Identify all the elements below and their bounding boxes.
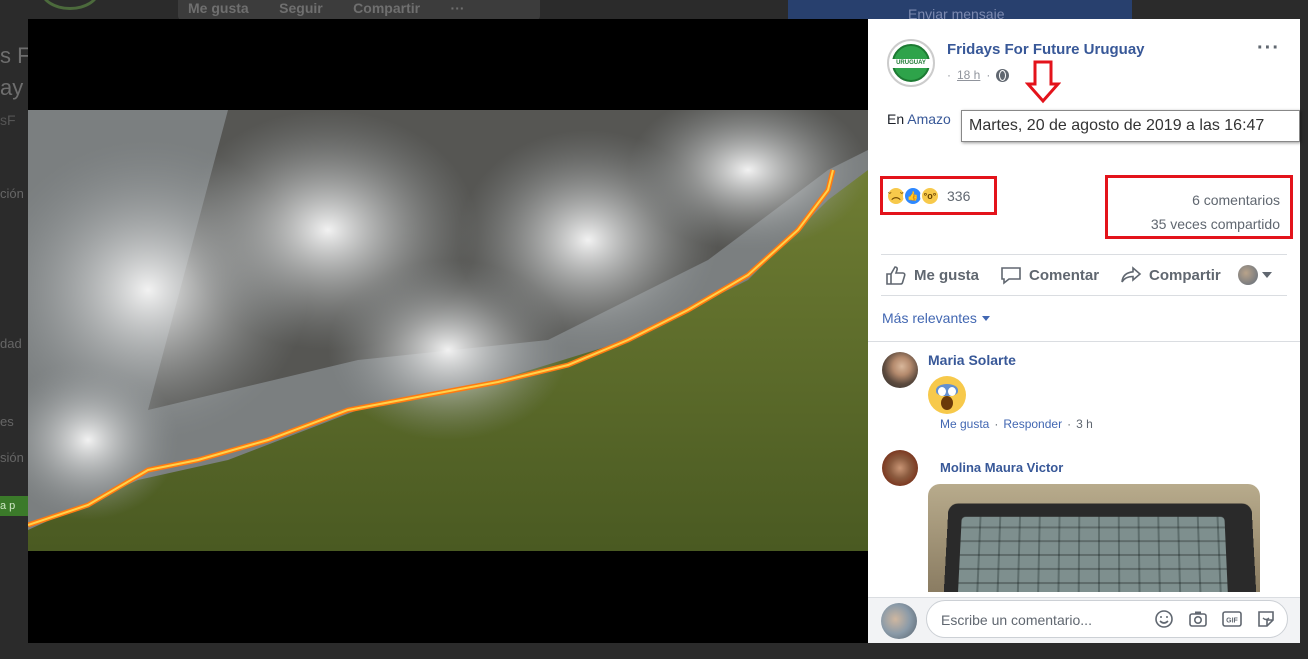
post-meta: · 18 h · — [947, 68, 1010, 82]
page-name-link[interactable]: Fridays For Future Uruguay — [947, 41, 1145, 58]
emoji-icon[interactable] — [1153, 608, 1175, 630]
forest-fire-image — [28, 110, 868, 551]
background-green-tag-text: a p — [0, 500, 16, 512]
composer-avatar — [881, 603, 917, 639]
background-more: ··· — [450, 0, 465, 16]
share-button[interactable]: Compartir — [1116, 265, 1221, 285]
background-message-button: Enviar mensaje — [788, 0, 1132, 22]
gif-icon-label: GIF — [1226, 618, 1238, 625]
like-face: 👍 — [907, 190, 919, 201]
camera-icon[interactable] — [1187, 608, 1209, 630]
background-side-label: dad — [0, 336, 22, 351]
comment-input-placeholder: Escribe un comentario... — [941, 612, 1092, 628]
background-follow: Seguir — [279, 0, 323, 16]
background-title-line: ay — [0, 75, 24, 100]
comment-time[interactable]: 3 h — [1076, 417, 1093, 431]
like-label: Me gusta — [914, 266, 980, 284]
timestamp-tooltip: Martes, 20 de agosto de 2019 a las 16:47 — [961, 110, 1300, 142]
separator: · — [994, 417, 999, 431]
gif-icon[interactable]: GIF — [1221, 608, 1243, 630]
comment-icon — [1001, 267, 1021, 285]
shares-count-link[interactable]: 35 veces compartido — [1108, 212, 1280, 236]
like-button[interactable]: Me gusta — [881, 265, 979, 285]
background-green-tag: a p — [0, 496, 28, 516]
share-label: Compartir — [1149, 266, 1221, 284]
gif-game-screen — [957, 516, 1228, 592]
background-title-line: sF — [0, 112, 16, 128]
background-side-label: es — [0, 414, 14, 429]
gif-tv-frame — [943, 503, 1257, 592]
separator: · — [1067, 417, 1072, 431]
post-text-link[interactable]: Amazo — [907, 111, 951, 127]
post-text: En Amazo — [887, 111, 951, 127]
sad-face: ˘︵˘ — [888, 190, 904, 201]
reactions-summary[interactable]: ˘︵˘ 👍 °o° 336 — [880, 176, 997, 215]
sort-label: Más relevantes — [882, 310, 977, 326]
reactions-count[interactable]: 336 — [947, 188, 970, 204]
comment-like-link[interactable]: Me gusta — [940, 417, 989, 431]
background-page-avatar — [40, 0, 100, 10]
background-action-bar: Me gusta Seguir Compartir ··· — [178, 0, 540, 20]
commenter-avatar[interactable] — [882, 450, 918, 486]
comment-sort-dropdown[interactable]: Más relevantes — [882, 310, 990, 326]
screaming-face-emoji — [928, 376, 966, 414]
page-avatar[interactable]: URUGUAY — [887, 39, 935, 87]
background-title-line: s F — [0, 43, 31, 68]
more-options-icon[interactable]: ··· — [1257, 37, 1280, 60]
background-page-title: s F ay sF — [0, 40, 31, 136]
photo-viewer[interactable] — [28, 19, 868, 643]
comment-actions: Me gusta · Responder · 3 h — [940, 417, 1093, 431]
commenter-avatar[interactable] — [882, 352, 918, 388]
background-side-label: ción — [0, 186, 24, 201]
emoji-eye — [948, 387, 956, 396]
comments-count-link[interactable]: 6 comentarios — [1108, 188, 1280, 212]
wow-face: °o° — [923, 190, 937, 201]
post-as-selector[interactable] — [1237, 265, 1272, 285]
post-timestamp[interactable]: 18 h — [957, 68, 980, 82]
chevron-down-icon — [1261, 272, 1272, 278]
commenter-name[interactable]: Maria Solarte — [928, 352, 1016, 368]
emoji-eye — [938, 387, 946, 396]
meta-separator: · — [947, 68, 951, 82]
post-text-prefix: En — [887, 111, 908, 127]
thumbs-up-icon — [886, 266, 906, 285]
public-globe-icon — [996, 68, 1010, 82]
background-share: Compartir — [353, 0, 421, 16]
post-action-bar: Me gusta Comentar Compartir — [881, 254, 1287, 296]
comment-label: Comentar — [1029, 266, 1100, 284]
comment-composer: Escribe un comentario... GIF — [868, 597, 1300, 643]
meta-separator: · — [986, 68, 991, 82]
comment-reply-link[interactable]: Responder — [1003, 417, 1062, 431]
comment-input[interactable]: Escribe un comentario... GIF — [926, 600, 1288, 638]
page-logo-text: URUGUAY — [892, 59, 930, 68]
divider — [868, 341, 1300, 342]
composer-icons: GIF — [1153, 608, 1277, 630]
sticker-icon[interactable] — [1255, 608, 1277, 630]
comment-gif[interactable] — [928, 484, 1260, 592]
background-side-label: sión — [0, 450, 24, 465]
post-as-avatar — [1237, 265, 1258, 285]
background-like: Me gusta — [188, 0, 249, 16]
chevron-down-icon — [981, 315, 990, 321]
annotation-arrow-down-icon — [1025, 60, 1061, 104]
post-photo[interactable] — [28, 110, 868, 551]
commenter-name[interactable]: Molina Maura Victor — [940, 460, 1063, 475]
wow-emoji-icon: °o° — [920, 185, 940, 206]
post-stats: 6 comentarios 35 veces compartido — [1105, 175, 1293, 239]
comment-button[interactable]: Comentar — [996, 265, 1099, 285]
share-icon — [1121, 266, 1142, 283]
